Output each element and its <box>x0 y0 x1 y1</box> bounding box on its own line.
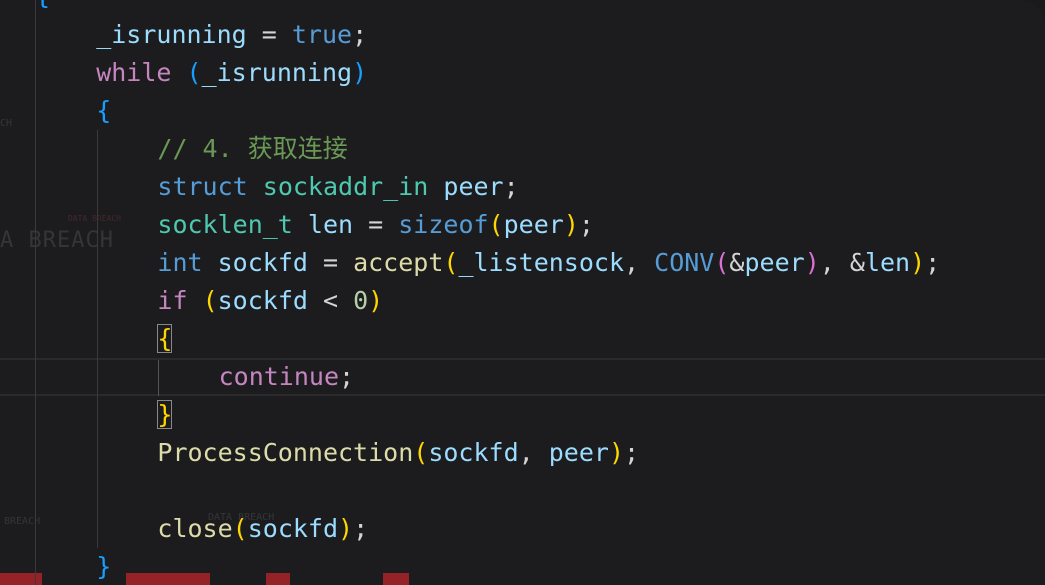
code-area[interactable]: _isrunning = true; while (_isrunning){// … <box>0 16 940 585</box>
code-token: & <box>849 248 865 277</box>
code-token: CONV <box>654 248 715 277</box>
code-token: = <box>307 248 354 277</box>
code-token: accept <box>353 248 444 277</box>
code-token: } <box>157 400 173 429</box>
code-token: continue <box>218 362 340 391</box>
code-token: socklen_t <box>157 210 293 239</box>
code-token: int <box>157 248 203 277</box>
code-token: peer <box>443 172 504 201</box>
code-token: sockfd <box>247 514 339 543</box>
code-token: ( <box>443 248 459 277</box>
code-token: true <box>291 20 353 49</box>
code-token: peer <box>744 248 805 277</box>
code-line[interactable]: socklen_t len = sizeof(peer); <box>0 206 940 244</box>
code-token: 0 <box>353 286 369 315</box>
code-token: ( <box>186 58 202 87</box>
code-line[interactable]: while (_isrunning) <box>0 54 940 92</box>
code-token: ) <box>368 286 384 315</box>
code-editor[interactable]: CH A BREACH DATA BREACH BREACH DATA BREA… <box>0 0 1045 585</box>
code-line[interactable]: close(sockfd); <box>0 510 940 548</box>
code-token: ProcessConnection <box>157 438 414 467</box>
code-token: ( <box>232 514 248 543</box>
code-token: ) <box>563 210 579 239</box>
code-token: { <box>96 96 112 125</box>
code-token: ) <box>608 438 625 467</box>
code-line[interactable]: continue; <box>0 358 940 396</box>
code-token: ; <box>353 514 369 543</box>
code-token: < <box>307 286 354 315</box>
code-line[interactable]: } <box>0 396 940 434</box>
code-token: peer <box>548 438 609 467</box>
code-token: ; <box>925 248 941 277</box>
code-token: } <box>96 552 112 581</box>
code-line[interactable]: { <box>0 92 940 130</box>
code-token: ( <box>488 210 504 239</box>
code-token: ; <box>578 210 594 239</box>
code-token: ) <box>804 248 820 277</box>
code-line[interactable]: } <box>0 548 940 585</box>
code-token: _isrunning <box>201 58 353 87</box>
code-token: ; <box>352 20 368 49</box>
code-token: , <box>624 248 655 277</box>
code-line[interactable]: _isrunning = true; <box>0 16 940 54</box>
code-token: = <box>246 20 292 49</box>
code-token: & <box>729 248 745 277</box>
code-token: while <box>96 58 172 87</box>
code-token: = <box>353 210 399 239</box>
code-line[interactable]: struct sockaddr_in peer; <box>0 168 940 206</box>
code-token: ( <box>202 286 218 315</box>
code-token: close <box>157 514 233 543</box>
code-token: // 4. 获取连接 <box>157 134 348 163</box>
code-token: ; <box>503 172 519 201</box>
code-token: _listensock <box>458 248 625 277</box>
code-token: sizeof <box>398 210 489 239</box>
code-token: _isrunning <box>96 20 247 49</box>
code-token: sockfd <box>428 438 519 467</box>
code-token: ; <box>624 438 640 467</box>
code-token: peer <box>503 210 564 239</box>
code-token: ; <box>339 362 355 391</box>
code-token: , <box>819 248 850 277</box>
code-token: struct <box>157 172 248 201</box>
code-token: sockaddr_in <box>262 172 429 201</box>
code-line[interactable]: { <box>0 320 940 358</box>
code-token: if <box>157 286 188 315</box>
code-token: , <box>518 438 549 467</box>
code-token: ( <box>714 248 730 277</box>
code-token: sockfd <box>217 248 308 277</box>
top-brace: { <box>35 0 50 8</box>
code-token: ( <box>413 438 429 467</box>
code-token: ) <box>338 514 354 543</box>
code-token: len <box>307 210 354 239</box>
code-token: { <box>157 324 173 353</box>
code-line[interactable]: ProcessConnection(sockfd, peer); <box>0 434 940 472</box>
code-line[interactable]: int sockfd = accept(_listensock, CONV(&p… <box>0 244 940 282</box>
code-token: ) <box>352 58 368 87</box>
code-line[interactable]: // 4. 获取连接 <box>0 130 940 168</box>
code-token: sockfd <box>217 286 308 315</box>
code-line[interactable] <box>0 472 940 510</box>
code-line[interactable]: if (sockfd < 0) <box>0 282 940 320</box>
code-token: ) <box>910 248 926 277</box>
code-token: len <box>864 248 911 277</box>
